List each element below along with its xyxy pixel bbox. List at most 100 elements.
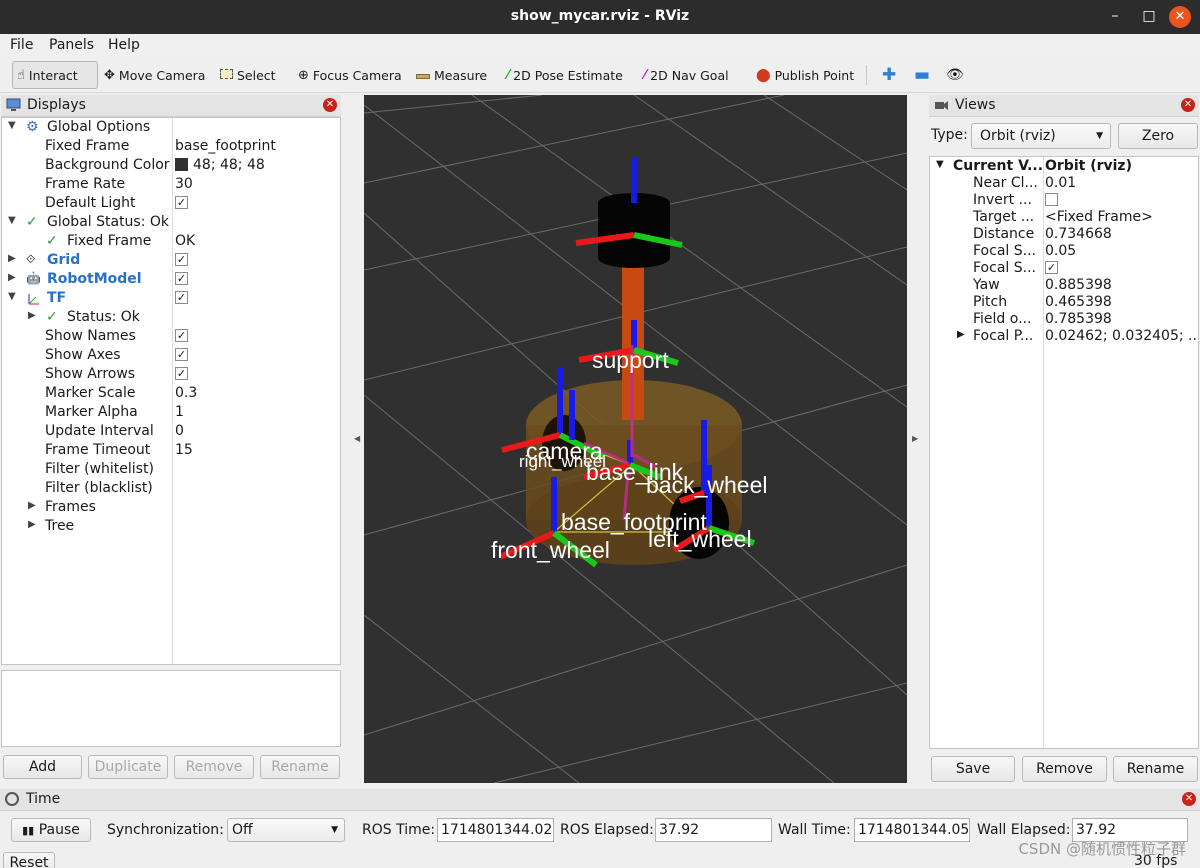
views-row-property[interactable]: Target ... <Fixed Frame> (930, 209, 1198, 226)
tree-row-tf[interactable]: ▼ TF ✓ (2, 290, 340, 309)
marker-scale-value[interactable]: 0.3 (175, 385, 197, 401)
views-row-property[interactable]: Pitch 0.465398 (930, 294, 1198, 311)
right-splitter-handle[interactable]: ▶ (912, 434, 918, 443)
show-arrows-checkbox[interactable]: ✓ (175, 366, 188, 382)
update-interval-value[interactable]: 0 (175, 423, 184, 439)
default-light-checkbox[interactable]: ✓ (175, 195, 188, 211)
views-row-property[interactable]: ▶ Focal P... 0.02462; 0.032405; ... (930, 328, 1198, 345)
collapse-arrow-icon[interactable]: ▶ (8, 272, 16, 283)
close-displays-panel-button[interactable]: ✕ (323, 98, 337, 112)
collapse-arrow-icon[interactable]: ▶ (28, 519, 36, 530)
focus-camera-tool-button[interactable]: ⊕ Focus Camera (294, 61, 406, 89)
checkbox[interactable] (1045, 192, 1058, 206)
duplicate-display-button[interactable]: Duplicate (88, 755, 168, 779)
views-row-property[interactable]: Invert ... (930, 192, 1198, 209)
rename-view-button[interactable]: Rename (1113, 756, 1198, 782)
property-value[interactable]: <Fixed Frame> (1045, 209, 1153, 225)
close-window-button[interactable]: ✕ (1169, 6, 1191, 28)
sync-dropdown[interactable]: Off ▼ (227, 818, 345, 842)
robot-model-enabled-checkbox[interactable]: ✓ (175, 271, 188, 287)
checkbox[interactable]: ✓ (175, 271, 188, 285)
views-row-property[interactable]: Near Cl... 0.01 (930, 175, 1198, 192)
collapse-arrow-icon[interactable]: ▶ (8, 253, 16, 264)
tree-row-update-interval[interactable]: Update Interval 0 (2, 423, 340, 442)
tree-row-marker-scale[interactable]: Marker Scale 0.3 (2, 385, 340, 404)
remove-display-button[interactable]: Remove (174, 755, 254, 779)
menu-file[interactable]: File (10, 37, 33, 53)
pose-estimate-tool-button[interactable]: ⁄ 2D Pose Estimate (503, 61, 627, 89)
checkbox[interactable]: ✓ (175, 328, 188, 342)
displays-tree[interactable]: ▼ ⚙ Global Options Fixed Frame base_foot… (1, 117, 341, 665)
tree-row-show-axes[interactable]: Show Axes ✓ (2, 347, 340, 366)
property-value[interactable]: 0.05 (1045, 243, 1076, 259)
collapse-arrow-icon[interactable]: ▶ (28, 310, 36, 321)
tree-row-robot-model[interactable]: ▶ 🤖 RobotModel ✓ (2, 271, 340, 290)
close-views-panel-button[interactable]: ✕ (1181, 98, 1195, 112)
focal-shape-checkbox[interactable]: ✓ (1045, 260, 1058, 276)
tree-row-show-names[interactable]: Show Names ✓ (2, 328, 340, 347)
property-value[interactable]: 0.465398 (1045, 294, 1112, 310)
marker-alpha-value[interactable]: 1 (175, 404, 184, 420)
tree-row-default-light[interactable]: Default Light ✓ (2, 195, 340, 214)
checkbox[interactable]: ✓ (175, 252, 188, 266)
remove-view-button[interactable]: Remove (1022, 756, 1107, 782)
views-tree[interactable]: ▼ Current V... Orbit (rviz) Near Cl... 0… (929, 156, 1199, 749)
publish-point-tool-button[interactable]: ⬤ Publish Point (752, 61, 858, 89)
left-splitter-handle[interactable]: ◀ (354, 434, 360, 443)
show-names-checkbox[interactable]: ✓ (175, 328, 188, 344)
tree-row-grid[interactable]: ▶ ⟐ Grid ✓ (2, 252, 340, 271)
tree-row-fixed-frame[interactable]: Fixed Frame base_footprint (2, 138, 340, 157)
tree-row-filter-whitelist[interactable]: Filter (whitelist) (2, 461, 340, 480)
views-row-property[interactable]: Focal S... ✓ (930, 260, 1198, 277)
frame-rate-value[interactable]: 30 (175, 176, 193, 192)
property-value[interactable]: 0.01 (1045, 175, 1076, 191)
expand-arrow-icon[interactable]: ▼ (936, 159, 944, 170)
expand-arrow-icon[interactable]: ▼ (8, 120, 16, 131)
views-row-property[interactable]: Focal S... 0.05 (930, 243, 1198, 260)
grid-enabled-checkbox[interactable]: ✓ (175, 252, 188, 268)
property-value[interactable]: 0.02462; 0.032405; ... (1045, 328, 1198, 344)
minimize-button[interactable]: – (1102, 4, 1128, 28)
tree-row-frame-rate[interactable]: Frame Rate 30 (2, 176, 340, 195)
checkbox[interactable]: ✓ (175, 290, 188, 304)
menu-help[interactable]: Help (108, 37, 140, 53)
tree-row-filter-blacklist[interactable]: Filter (blacklist) (2, 480, 340, 499)
tree-row-show-arrows[interactable]: Show Arrows ✓ (2, 366, 340, 385)
tree-row-global-status[interactable]: ▼ ✓ Global Status: Ok (2, 214, 340, 233)
menu-panels[interactable]: Panels (49, 37, 94, 53)
collapse-arrow-icon[interactable]: ▶ (957, 329, 965, 340)
views-row-property[interactable]: Distance 0.734668 (930, 226, 1198, 243)
wall-time-field[interactable]: 1714801344.05 (854, 818, 970, 842)
measure-tool-button[interactable]: Measure (412, 61, 491, 89)
move-camera-tool-button[interactable]: ✥ Move Camera (100, 61, 209, 89)
views-row-property[interactable]: Yaw 0.885398 (930, 277, 1198, 294)
nav-goal-tool-button[interactable]: ⁄ 2D Nav Goal (640, 61, 733, 89)
checkbox[interactable]: ✓ (1045, 260, 1058, 274)
panel-visibility-button[interactable]: 👁 (942, 61, 968, 89)
interact-tool-button[interactable]: ☝ Interact (12, 61, 98, 89)
fixed-frame-value[interactable]: base_footprint (175, 138, 276, 154)
add-tool-button[interactable]: ✚ (878, 61, 900, 89)
zero-button[interactable]: Zero (1118, 123, 1198, 149)
collapse-arrow-icon[interactable]: ▶ (28, 500, 36, 511)
expand-arrow-icon[interactable]: ▼ (8, 291, 16, 302)
views-row-property[interactable]: Field o... 0.785398 (930, 311, 1198, 328)
checkbox[interactable]: ✓ (175, 366, 188, 380)
close-time-panel-button[interactable]: ✕ (1182, 792, 1196, 806)
checkbox[interactable]: ✓ (175, 195, 188, 209)
property-value[interactable]: 0.885398 (1045, 277, 1112, 293)
add-display-button[interactable]: Add (3, 755, 82, 779)
show-axes-checkbox[interactable]: ✓ (175, 347, 188, 363)
tree-row-marker-alpha[interactable]: Marker Alpha 1 (2, 404, 340, 423)
tree-row-background-color[interactable]: Background Color 48; 48; 48 (2, 157, 340, 176)
expand-arrow-icon[interactable]: ▼ (8, 215, 16, 226)
tree-row-frame-timeout[interactable]: Frame Timeout 15 (2, 442, 340, 461)
ros-elapsed-field[interactable]: 37.92 (655, 818, 772, 842)
view-type-dropdown[interactable]: Orbit (rviz) ▼ (971, 123, 1111, 149)
tree-row-global-options[interactable]: ▼ ⚙ Global Options (2, 119, 340, 138)
views-row-current-view[interactable]: ▼ Current V... Orbit (rviz) (930, 158, 1198, 175)
tree-row-frames[interactable]: ▶ Frames (2, 499, 340, 518)
background-color-value[interactable]: 48; 48; 48 (175, 157, 265, 173)
tree-row-tree[interactable]: ▶ Tree (2, 518, 340, 537)
ros-time-field[interactable]: 1714801344.02 (437, 818, 554, 842)
